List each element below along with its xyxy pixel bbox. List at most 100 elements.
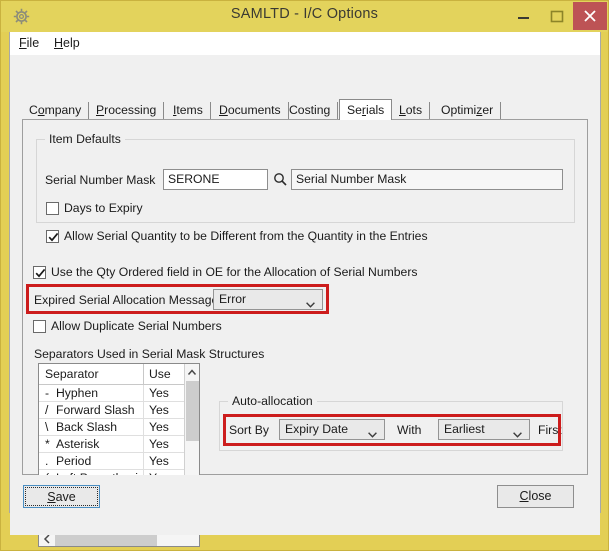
tab-costing-pre: Costin	[289, 103, 324, 117]
title-bar: SAMLTD - I/C Options	[1, 1, 608, 32]
row-divider	[143, 385, 144, 402]
order-select[interactable]: Earliest	[438, 419, 530, 440]
separator-cell: \ Back Slash	[45, 420, 117, 434]
sort-by-value: Expiry Date	[285, 422, 348, 436]
serial-number-mask-input[interactable]: SERONE	[163, 169, 268, 190]
tab-costing-mn: g	[323, 103, 331, 117]
use-cell: Yes	[149, 403, 169, 417]
expired-serial-allocation-message-select[interactable]: Error	[213, 289, 323, 310]
chevron-up-icon	[187, 369, 197, 375]
sort-by-select[interactable]: Expiry Date	[279, 419, 385, 440]
tab-items[interactable]: Items	[166, 102, 211, 120]
tab-lots[interactable]: Lots	[392, 102, 431, 120]
save-button-inner: Save	[25, 487, 98, 506]
separator-cell: . Period	[45, 454, 91, 468]
chevron-down-icon	[513, 427, 522, 438]
separator-name: Forward Slash	[56, 403, 135, 417]
menu-file-mnemonic: F	[19, 36, 27, 50]
minimize-button[interactable]	[507, 2, 540, 30]
allow-serial-qty-different-box	[46, 230, 59, 243]
tab-serials-post: ials	[365, 103, 385, 117]
separator-name: Hyphen	[56, 386, 99, 400]
checkmark-icon	[35, 268, 46, 278]
separator-cell: * Asterisk	[45, 437, 99, 451]
row-divider	[143, 453, 144, 470]
vertical-scrollbar-thumb[interactable]	[186, 381, 199, 441]
separator-symbol: .	[45, 454, 49, 468]
close-button[interactable]	[573, 2, 607, 30]
button-bar: Save Close	[10, 475, 600, 535]
maximize-button[interactable]	[540, 2, 573, 30]
row-divider	[143, 402, 144, 419]
tab-processing-post: rocessing	[104, 103, 157, 117]
magnifier-icon[interactable]	[273, 172, 287, 191]
table-row[interactable]: * Asterisk Yes	[39, 436, 184, 453]
tab-processing-mn: P	[96, 103, 105, 117]
table-row[interactable]: - Hyphen Yes	[39, 385, 184, 402]
serial-number-mask-description: Serial Number Mask	[291, 169, 563, 190]
save-button-label: ave	[55, 490, 76, 504]
group-item-defaults-title: Item Defaults	[45, 132, 125, 146]
header-column-divider	[143, 364, 144, 385]
allow-duplicate-serial-numbers-box	[33, 320, 46, 333]
close-dialog-button[interactable]: Close	[497, 485, 574, 508]
tab-company[interactable]: Company	[22, 102, 90, 120]
tab-documents-mn: D	[219, 103, 228, 117]
menu-item-help[interactable]: Help	[54, 36, 80, 50]
allow-duplicate-serial-numbers-label: Allow Duplicate Serial Numbers	[51, 319, 222, 333]
serial-number-mask-label: Serial Number Mask	[45, 173, 156, 187]
separator-symbol: \	[45, 420, 49, 434]
tab-optimizer[interactable]: Optimizer	[434, 102, 502, 120]
use-cell: Yes	[149, 386, 169, 400]
with-label: With	[397, 423, 422, 437]
save-button[interactable]: Save	[23, 485, 100, 508]
page-body: Company Processing Items Documents Costi…	[10, 55, 600, 547]
tab-documents[interactable]: Documents	[212, 102, 289, 120]
application-window: SAMLTD - I/C Options File Help Company P…	[0, 0, 609, 551]
tab-optimizer-pre: Optimi	[441, 103, 477, 117]
menu-item-file[interactable]: File	[19, 36, 39, 50]
table-row[interactable]: \ Back Slash Yes	[39, 419, 184, 436]
separator-name: Back Slash	[56, 420, 117, 434]
close-icon	[584, 10, 596, 22]
chevron-down-icon	[368, 427, 377, 438]
expired-serial-allocation-message-value: Error	[219, 292, 247, 306]
row-divider	[143, 436, 144, 453]
tab-items-post: tems	[176, 103, 203, 117]
tab-lots-mn: L	[399, 103, 406, 117]
tab-lots-post: ots	[405, 103, 423, 117]
checkmark-icon	[48, 232, 59, 242]
days-to-expiry-label: Days to Expiry	[64, 201, 143, 215]
allow-serial-qty-different-label: Allow Serial Quantity to be Different fr…	[64, 229, 428, 243]
menu-help-mnemonic: H	[54, 36, 64, 50]
table-row[interactable]: . Period Yes	[39, 453, 184, 470]
save-button-mnemonic: S	[47, 490, 56, 504]
tab-panel-top-border	[22, 119, 588, 120]
menu-bar: File Help	[10, 32, 600, 56]
tab-serials-pre: Se	[347, 103, 362, 117]
chevron-down-icon	[306, 297, 315, 308]
tab-optimizer-post: er	[482, 103, 494, 117]
column-header-use: Use	[149, 367, 171, 381]
maximize-icon	[550, 10, 564, 23]
first-label: First	[538, 423, 562, 437]
use-cell: Yes	[149, 454, 169, 468]
group-auto-allocation-title: Auto-allocation	[228, 394, 317, 408]
table-row[interactable]: / Forward Slash Yes	[39, 402, 184, 419]
tab-documents-post: ocuments	[227, 103, 281, 117]
separator-symbol: /	[45, 403, 49, 417]
close-button-mnemonic: C	[519, 489, 529, 503]
use-cell: Yes	[149, 420, 169, 434]
tab-costing[interactable]: Costing	[282, 102, 339, 120]
use-qty-ordered-box	[33, 266, 46, 279]
separator-name: Asterisk	[56, 437, 100, 451]
tab-company-post: mpany	[44, 103, 82, 117]
column-header-separator: Separator	[45, 367, 99, 381]
expired-serial-allocation-message-label: Expired Serial Allocation Message	[34, 293, 219, 307]
close-button-label: lose	[528, 489, 552, 503]
separator-cell: - Hyphen	[45, 386, 98, 400]
tab-processing[interactable]: Processing	[89, 102, 165, 120]
scroll-up-button[interactable]	[185, 364, 199, 381]
tab-serials[interactable]: Serials	[339, 99, 393, 120]
use-qty-ordered-label: Use the Qty Ordered field in OE for the …	[51, 265, 418, 279]
